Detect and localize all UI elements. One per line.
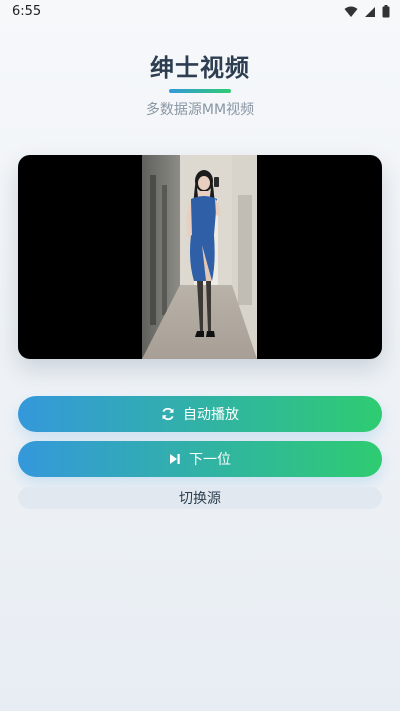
skip-next-icon — [169, 453, 181, 465]
next-label: 下一位 — [189, 451, 231, 467]
wifi-icon — [344, 6, 358, 18]
autoplay-label: 自动播放 — [183, 406, 239, 422]
status-time: 6:55 — [12, 4, 42, 19]
refresh-icon — [161, 407, 175, 421]
cellular-icon — [364, 6, 376, 18]
title-underline — [169, 89, 231, 93]
video-frame — [142, 155, 257, 359]
page-title: 绅士视频 — [150, 54, 250, 82]
status-icons — [344, 5, 390, 18]
battery-icon — [382, 5, 390, 18]
switch-source-label: 切换源 — [179, 490, 221, 506]
video-player[interactable] — [18, 155, 382, 359]
switch-source-button[interactable]: 切换源 — [18, 487, 382, 509]
next-button[interactable]: 下一位 — [18, 441, 382, 477]
status-bar: 6:55 — [0, 0, 400, 24]
autoplay-button[interactable]: 自动播放 — [18, 396, 382, 432]
page-subtitle: 多数据源MM视频 — [145, 102, 255, 118]
